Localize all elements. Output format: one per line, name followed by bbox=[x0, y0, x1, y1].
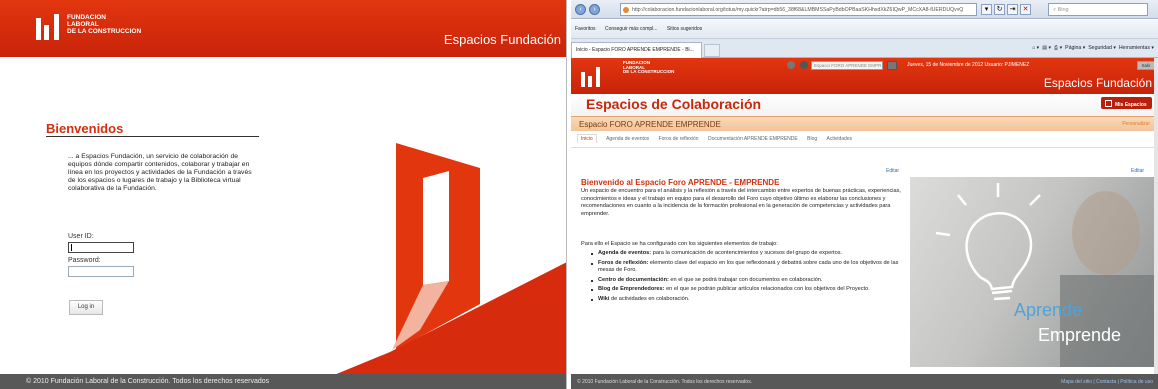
url-field[interactable]: http://colaboracion.fundacionlaboral.org… bbox=[620, 3, 977, 16]
tab-actividades[interactable]: Actividades bbox=[827, 136, 853, 142]
logo-bar-icon bbox=[581, 72, 585, 87]
item-bold: Agenda de eventos: bbox=[598, 250, 652, 256]
footer-links[interactable]: Mapa del sitio | Contacta | Política de … bbox=[1061, 379, 1153, 385]
tab-documentacion[interactable]: Documentación APRENDE EMPRENDE bbox=[708, 136, 798, 142]
space-title: Espacio FORO APRENDE EMPRENDE bbox=[579, 120, 721, 129]
tab-blog[interactable]: Blog bbox=[807, 136, 817, 142]
logo-bar-icon bbox=[588, 76, 592, 87]
new-tab-button[interactable] bbox=[704, 44, 720, 57]
home-icon[interactable]: ⌂ ▾ bbox=[1032, 45, 1039, 51]
elements-list: Agenda de eventos: para la comunicación … bbox=[591, 250, 909, 306]
edit-link[interactable]: Editar bbox=[886, 168, 899, 174]
content-paragraph: Para ello el Espacio se ha configurado c… bbox=[581, 241, 778, 247]
door-illustration bbox=[300, 143, 566, 389]
aprende-emprende-image: Aprende Emprende bbox=[910, 177, 1154, 367]
feed-icon[interactable]: ▤ ▾ bbox=[1042, 45, 1051, 51]
logo-bar-icon bbox=[596, 67, 600, 87]
browser-tab[interactable]: Inicio - Espacio FORO APRENDE EMPRENDE -… bbox=[571, 42, 702, 58]
sub-navigation: Inicio Agenda de eventos Foros de reflex… bbox=[577, 134, 860, 147]
site-header: FUNDACION LABORAL DE LA CONSTRUCCION Esp… bbox=[571, 58, 1158, 94]
fav-item[interactable]: Sitios sugeridos bbox=[667, 26, 702, 32]
list-item: Centro de documentación: en el que se po… bbox=[591, 277, 909, 285]
search-input[interactable]: ⌕ Bing bbox=[1048, 3, 1148, 16]
search-go-icon[interactable] bbox=[887, 61, 897, 70]
mis-espacios-button[interactable]: Mis Espacios bbox=[1101, 97, 1152, 109]
favorites-button[interactable]: Favoritos bbox=[575, 26, 596, 32]
cmd-seguridad[interactable]: Seguridad bbox=[1088, 45, 1112, 51]
door-opening bbox=[423, 171, 449, 285]
tab-foros[interactable]: Foros de reflexión bbox=[659, 136, 699, 142]
item-bold: Wiki bbox=[598, 295, 610, 302]
nav-next-icon[interactable] bbox=[800, 61, 808, 69]
list-item: Wiki de actividades en colaboración. bbox=[591, 296, 909, 304]
screenshot: FUNDACION LABORAL DE LA CONSTRUCCION Esp… bbox=[0, 0, 1158, 389]
login-page: FUNDACION LABORAL DE LA CONSTRUCCION Esp… bbox=[0, 0, 567, 389]
item-bold: Foros de reflexión: bbox=[598, 259, 649, 266]
site-footer: © 2010 Fundación Laboral de la Construcc… bbox=[571, 374, 1158, 389]
aprende-text: Aprende bbox=[1014, 300, 1083, 320]
emprende-text: Emprende bbox=[1038, 325, 1122, 345]
edit-link[interactable]: Editar bbox=[1131, 168, 1144, 174]
address-bar-row: ‹ › http://colaboracion.fundacionlaboral… bbox=[571, 0, 1158, 19]
content-title: Bienvenido al Espacio Foro APRENDE - EMP… bbox=[581, 178, 780, 187]
divider bbox=[571, 147, 1158, 148]
item-text: para la comunicación de acontencimientos… bbox=[651, 250, 843, 256]
fundacion-logo bbox=[581, 67, 607, 87]
item-text: de actividades en colaboración. bbox=[609, 295, 690, 302]
search-placeholder: Bing bbox=[1057, 7, 1069, 13]
list-item: Foros de reflexión: elemento clave del e… bbox=[591, 260, 909, 275]
footer-text: © 2010 Fundación Laboral de la Construcc… bbox=[577, 379, 753, 385]
item-text: en el que se podrá trabajar con document… bbox=[668, 276, 823, 283]
favorites-bar: Favoritos Conseguir más compl... Sitios … bbox=[571, 20, 1158, 39]
logout-button[interactable]: Salir bbox=[1137, 61, 1155, 70]
back-icon[interactable]: ‹ bbox=[575, 4, 586, 15]
forward-icon[interactable]: › bbox=[589, 4, 600, 15]
login-footer: © 2010 Fundación Laboral de la Construcc… bbox=[0, 374, 566, 389]
fav-item[interactable]: Conseguir más compl... bbox=[605, 26, 658, 32]
logo-text: FUNDACION LABORAL DE LA CONSTRUCCION bbox=[623, 60, 675, 75]
item-bold: Blog de Emprendedores: bbox=[598, 286, 665, 293]
banner: Espacios de Colaboración Mis Espacios bbox=[571, 94, 1158, 116]
scrollbar[interactable] bbox=[1154, 58, 1158, 374]
logo-line: DE LA CONSTRUCCION bbox=[623, 69, 675, 75]
cmd-pagina[interactable]: Página bbox=[1065, 45, 1081, 51]
item-text: en el que se podrán publicar artículos r… bbox=[664, 286, 870, 293]
list-item: Blog de Emprendedores: en el que se podr… bbox=[591, 286, 909, 294]
date-user: Jueves, 15 de Noviembre de 2012 Usuario:… bbox=[907, 62, 1030, 68]
personalize-link[interactable]: Personalizar bbox=[1122, 121, 1150, 127]
print-icon[interactable]: ⎙ ▾ bbox=[1054, 45, 1062, 51]
header-title: Espacios Fundación bbox=[1043, 76, 1152, 90]
page-title: Espacios de Colaboración bbox=[586, 96, 762, 112]
refresh-icon[interactable]: ↻ bbox=[994, 4, 1005, 15]
command-bar: ⌂ ▾ ▤ ▾ ⎙ ▾ Página ▾ Seguridad ▾ Herrami… bbox=[1032, 45, 1154, 51]
tab-inicio[interactable]: Inicio bbox=[577, 134, 597, 143]
go-icon[interactable]: ⇥ bbox=[1007, 4, 1018, 15]
stop-icon[interactable]: ✕ bbox=[1020, 4, 1031, 15]
list-item: Agenda de eventos: para la comunicación … bbox=[591, 250, 909, 258]
content-paragraph: Un espacio de encuentro para el análisis… bbox=[581, 188, 901, 217]
item-bold: Centro de documentación: bbox=[598, 276, 669, 283]
nav-back-icon[interactable] bbox=[787, 61, 795, 69]
tab-agenda[interactable]: Agenda de eventos bbox=[606, 136, 649, 142]
cmd-herramientas[interactable]: Herramientas bbox=[1119, 45, 1150, 51]
compat-icon[interactable]: ▾ bbox=[981, 4, 992, 15]
browser-window: ‹ › http://colaboracion.fundacionlaboral… bbox=[571, 0, 1158, 389]
space-bar: Espacio FORO APRENDE EMPRENDE Personaliz… bbox=[571, 116, 1158, 131]
site-search-input[interactable]: Espacio FORO APRENDE EMPR bbox=[811, 61, 883, 70]
